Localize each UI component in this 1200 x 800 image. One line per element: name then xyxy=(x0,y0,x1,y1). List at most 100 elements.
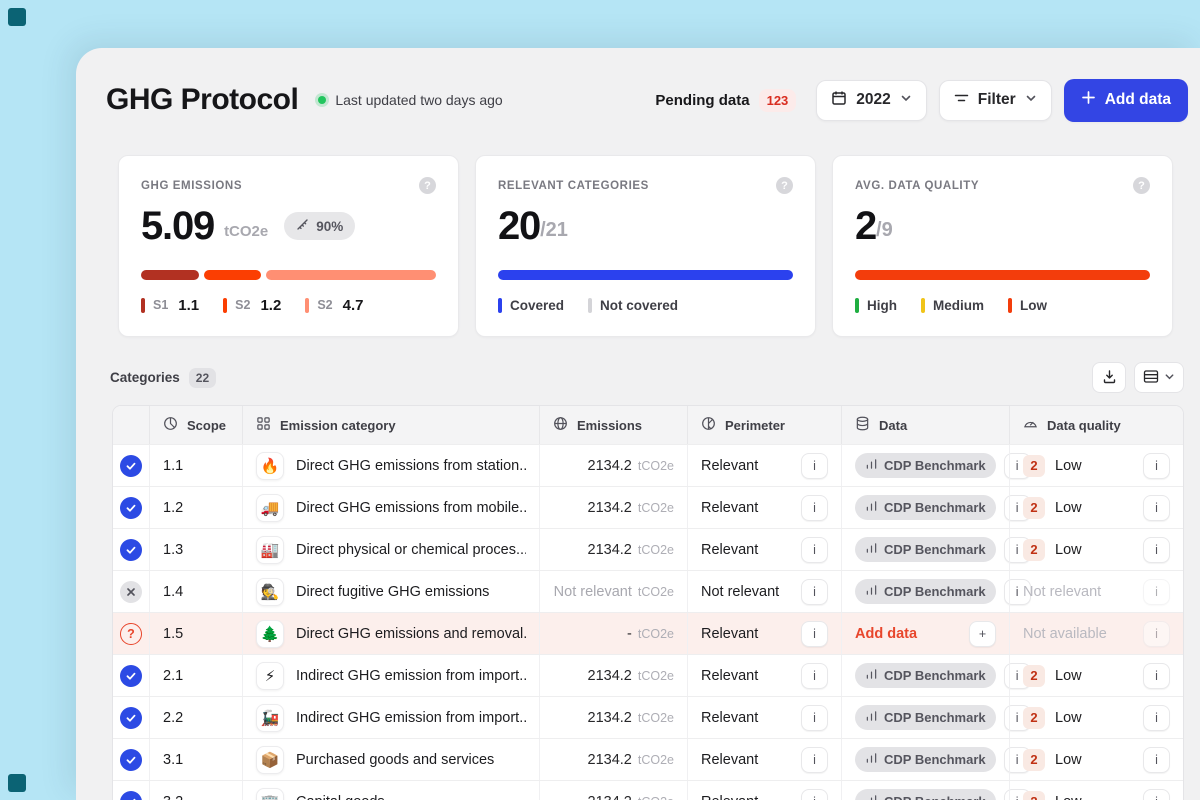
perimeter-value: Relevant xyxy=(701,542,758,558)
emissions-unit: tCO2e xyxy=(638,711,674,725)
emissions-value: Not relevant xyxy=(554,584,632,600)
row-checked-icon[interactable] xyxy=(120,707,142,729)
help-icon[interactable]: ? xyxy=(419,177,436,194)
info-button[interactable]: i xyxy=(1143,789,1170,800)
legend-tick xyxy=(588,298,592,313)
emissions-bar xyxy=(141,270,436,280)
download-button[interactable] xyxy=(1092,362,1126,393)
row-checked-icon[interactable] xyxy=(120,665,142,687)
info-button[interactable]: i xyxy=(801,453,828,479)
info-button[interactable]: i xyxy=(1143,579,1170,605)
row-checked-icon[interactable] xyxy=(120,791,142,800)
quality-label: Low xyxy=(1055,794,1082,800)
data-cell: Add data + xyxy=(841,613,1009,654)
info-button[interactable]: i xyxy=(801,621,828,647)
perimeter-value: Relevant xyxy=(701,752,758,768)
quality-score-badge: 2 xyxy=(1023,707,1045,729)
emissions-cell: 2134.2tCO2e xyxy=(539,697,687,738)
main-panel: GHG Protocol Last updated two days ago P… xyxy=(76,48,1200,800)
category-name: Direct fugitive GHG emissions xyxy=(296,584,489,600)
category-name: Capital goods xyxy=(296,794,385,800)
page-header: GHG Protocol Last updated two days ago P… xyxy=(76,48,1200,122)
year-select[interactable]: 2022 xyxy=(816,80,926,121)
row-checked-icon[interactable] xyxy=(120,455,142,477)
info-button[interactable]: i xyxy=(801,495,828,521)
emissions-cell: 2134.2tCO2e xyxy=(539,529,687,570)
legend-item: S2 4.7 xyxy=(305,297,363,314)
status-dot-icon xyxy=(318,96,326,104)
info-button[interactable]: i xyxy=(801,537,828,563)
add-data-link[interactable]: Add data xyxy=(855,626,917,642)
row-pending-icon[interactable]: ? xyxy=(120,623,142,645)
info-button[interactable]: i xyxy=(1143,663,1170,689)
data-quality-cell: 2Lowi xyxy=(1009,487,1183,528)
row-excluded-icon[interactable] xyxy=(120,581,142,603)
info-button[interactable]: i xyxy=(1143,621,1170,647)
info-button[interactable]: i xyxy=(801,579,828,605)
legend-tick xyxy=(855,298,859,313)
add-data-button[interactable]: Add data xyxy=(1064,79,1188,122)
category-name: Direct GHG emissions from mobile... xyxy=(296,500,526,516)
cdp-benchmark-chip: CDP Benchmark xyxy=(855,537,996,562)
download-icon xyxy=(1102,369,1117,387)
emissions-unit: tCO2e xyxy=(638,585,674,599)
filter-button[interactable]: Filter xyxy=(939,80,1052,121)
perimeter-cell: Relevant i xyxy=(687,529,841,570)
info-button[interactable]: i xyxy=(1143,537,1170,563)
row-checked-icon[interactable] xyxy=(120,749,142,771)
category-name: Direct GHG emissions and removal... xyxy=(296,626,526,642)
row-status-cell xyxy=(113,655,149,696)
legend-item: High xyxy=(855,298,897,313)
help-icon[interactable]: ? xyxy=(776,177,793,194)
cdp-benchmark-chip: CDP Benchmark xyxy=(855,747,996,772)
cdp-benchmark-chip: CDP Benchmark xyxy=(855,789,996,800)
info-button[interactable]: i xyxy=(801,663,828,689)
quality-score-badge: 2 xyxy=(1023,539,1045,561)
card-avg-data-quality: AVG. DATA QUALITY ? 2 /9 High Medium xyxy=(832,155,1173,337)
card-relevant-categories: RELEVANT CATEGORIES ? 20 /21 Covered Not… xyxy=(475,155,816,337)
info-button[interactable]: i xyxy=(801,747,828,773)
cdp-benchmark-chip: CDP Benchmark xyxy=(855,579,996,604)
emissions-cell: 2134.2tCO2e xyxy=(539,487,687,528)
quality-label: Low xyxy=(1055,752,1082,768)
legend-tick xyxy=(223,298,227,313)
help-icon[interactable]: ? xyxy=(1133,177,1150,194)
row-checked-icon[interactable] xyxy=(120,539,142,561)
scope-cell: 1.3 xyxy=(149,529,242,570)
quality-label: Not available xyxy=(1023,626,1107,642)
category-name: Indirect GHG emission from import... xyxy=(296,668,526,684)
view-options-button[interactable] xyxy=(1134,362,1184,393)
locomotive-icon: 🚂 xyxy=(256,704,284,732)
emissions-value: 2134.2 xyxy=(588,794,632,800)
data-cell: CDP Benchmarki xyxy=(841,487,1009,528)
lightning-icon: ⚡ xyxy=(256,662,284,690)
table-header: Scope Emission category Emissions Perime… xyxy=(113,406,1183,444)
data-quality-cell: 2Lowi xyxy=(1009,739,1183,780)
table-row: 1.2🚚Direct GHG emissions from mobile...2… xyxy=(113,486,1183,528)
info-button[interactable]: i xyxy=(801,789,828,800)
info-button[interactable]: i xyxy=(801,705,828,731)
info-button[interactable]: i xyxy=(1143,747,1170,773)
emissions-value: 2134.2 xyxy=(588,458,632,474)
add-button[interactable]: + xyxy=(969,621,996,647)
scope-cell: 2.2 xyxy=(149,697,242,738)
info-button[interactable]: i xyxy=(1143,453,1170,479)
category-cell: 🏭Direct physical or chemical proces... xyxy=(242,529,539,570)
row-checked-icon[interactable] xyxy=(120,497,142,519)
row-status-cell xyxy=(113,445,149,486)
card-label: AVG. DATA QUALITY xyxy=(855,180,979,192)
row-status-cell xyxy=(113,739,149,780)
info-button[interactable]: i xyxy=(1143,705,1170,731)
row-status-cell xyxy=(113,487,149,528)
perimeter-value: Relevant xyxy=(701,458,758,474)
bar-segment-s1 xyxy=(141,270,199,280)
emissions-unit: tCO2e xyxy=(638,459,674,473)
emissions-value: 5.09 xyxy=(141,204,214,249)
category-cell: ⚡ Indirect GHG emission from import... xyxy=(242,655,539,696)
emissions-unit: tCO2e xyxy=(638,669,674,683)
legend-item: S2 1.2 xyxy=(223,297,281,314)
perimeter-cell: Relevanti xyxy=(687,781,841,800)
info-button[interactable]: i xyxy=(1143,495,1170,521)
column-header-data: Data xyxy=(841,406,1009,444)
legend-label: Medium xyxy=(933,298,984,313)
